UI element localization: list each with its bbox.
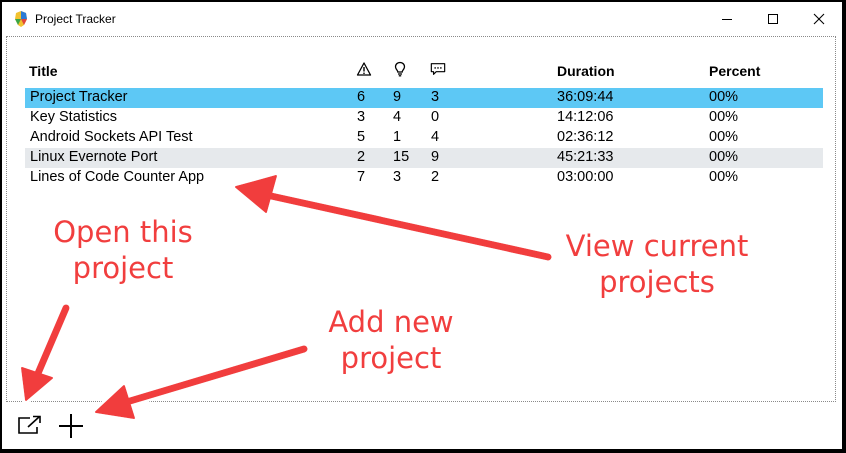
row-comments: 2 [431, 169, 440, 185]
row-percent: 00% [709, 169, 739, 185]
row-percent: 00% [709, 109, 739, 125]
add-project-button[interactable] [57, 412, 85, 440]
app-logo-icon [15, 11, 27, 27]
comment-icon[interactable] [430, 61, 446, 77]
close-icon [813, 13, 825, 25]
row-ideas: 9 [393, 89, 402, 105]
row-issues: 3 [357, 109, 366, 125]
row-percent: 00% [709, 129, 739, 145]
annotation-open-project: Open this project [28, 214, 218, 286]
table-row[interactable]: Key Statistics 3 4 0 14:12:06 00% [25, 108, 823, 128]
open-project-button[interactable] [17, 414, 43, 436]
minimize-icon [722, 19, 732, 20]
annotation-text: projects [599, 265, 715, 299]
table-row[interactable]: Linux Evernote Port 2 15 9 45:21:33 00% [25, 148, 823, 168]
window-title: Project Tracker [35, 12, 116, 26]
row-title: Linux Evernote Port [30, 149, 158, 165]
close-button[interactable] [796, 2, 842, 36]
minimize-button[interactable] [704, 2, 750, 36]
table-row[interactable]: Project Tracker 6 9 3 36:09:44 00% [25, 88, 823, 108]
annotation-text: project [72, 251, 174, 285]
column-header-percent[interactable]: Percent [709, 63, 760, 79]
annotation-text: project [340, 341, 442, 375]
row-ideas: 15 [393, 149, 410, 165]
maximize-icon [768, 14, 778, 24]
row-duration: 36:09:44 [557, 89, 614, 105]
row-comments: 0 [431, 109, 440, 125]
annotation-text: View current [565, 229, 749, 263]
annotation-add-project: Add new project [306, 304, 476, 376]
row-ideas: 4 [393, 109, 402, 125]
table-row[interactable]: Lines of Code Counter App 7 3 2 03:00:00… [25, 168, 823, 188]
lightbulb-icon[interactable] [392, 61, 408, 77]
row-comments: 4 [431, 129, 440, 145]
row-duration: 14:12:06 [557, 109, 614, 125]
row-title: Lines of Code Counter App [30, 169, 205, 185]
row-comments: 9 [431, 149, 440, 165]
annotation-text: Add new [328, 305, 454, 339]
column-header-duration[interactable]: Duration [557, 63, 615, 79]
warning-triangle-icon[interactable] [356, 61, 372, 77]
row-percent: 00% [709, 89, 739, 105]
row-duration: 03:00:00 [557, 169, 614, 185]
plus-icon [59, 414, 83, 438]
table-row[interactable]: Android Sockets API Test 5 1 4 02:36:12 … [25, 128, 823, 148]
row-ideas: 1 [393, 129, 402, 145]
row-duration: 45:21:33 [557, 149, 614, 165]
maximize-button[interactable] [750, 2, 796, 36]
row-issues: 5 [357, 129, 366, 145]
annotation-view-projects: View current projects [552, 228, 762, 300]
row-issues: 7 [357, 169, 366, 185]
row-title: Key Statistics [30, 109, 118, 125]
open-external-icon [18, 415, 41, 434]
row-title: Project Tracker [30, 89, 128, 105]
title-bar[interactable]: Project Tracker [2, 2, 842, 36]
row-comments: 3 [431, 89, 440, 105]
row-title: Android Sockets API Test [30, 129, 193, 145]
annotation-text: Open this [53, 215, 193, 249]
row-issues: 6 [357, 89, 366, 105]
row-duration: 02:36:12 [557, 129, 614, 145]
row-percent: 00% [709, 149, 739, 165]
row-ideas: 3 [393, 169, 402, 185]
column-header-title[interactable]: Title [29, 63, 58, 79]
row-issues: 2 [357, 149, 366, 165]
